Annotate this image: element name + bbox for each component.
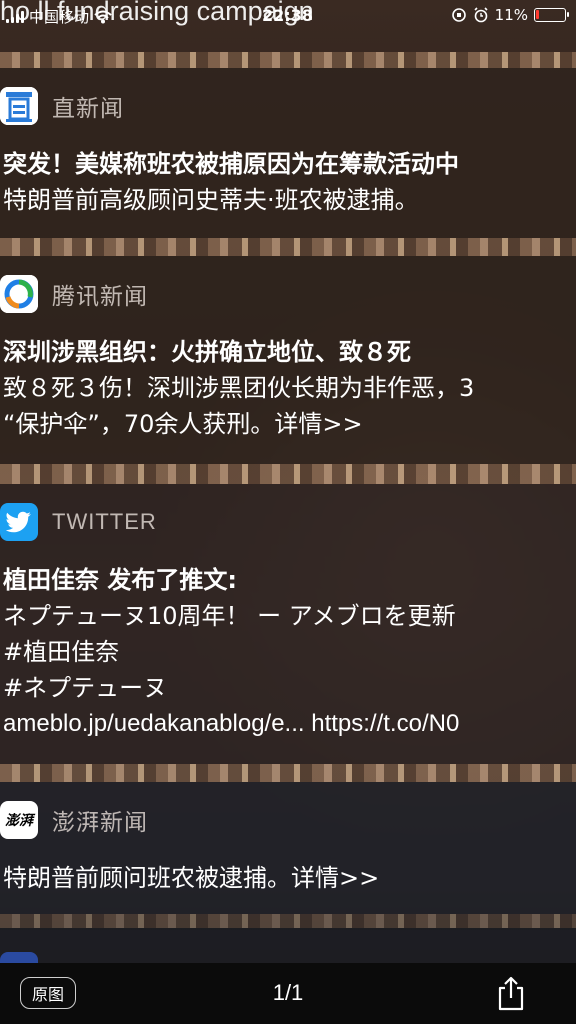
notification-body: 突发！美媒称班农被捕原因为在筹款活动中 特朗普前高级顾问史蒂夫·班农被逮捕。 — [3, 146, 576, 218]
battery-icon — [534, 8, 569, 22]
notification-body: 植田佳奈 发布了推文: ネプテューヌ10周年！ ー アメブロを更新 #植田佳奈 … — [3, 562, 576, 742]
notification-card[interactable]: TWITTER 植田佳奈 发布了推文: ネプテューヌ10周年！ ー アメブロを更… — [0, 484, 576, 764]
battery-level — [536, 10, 539, 19]
status-time: 22:38 — [262, 6, 313, 25]
notification-header: 澎湃 澎湃新闻 — [0, 800, 148, 840]
notification-header: 腾讯新闻 — [0, 274, 148, 314]
page-indicator: 1/1 — [272, 980, 304, 1005]
notification-line: 特朗普前顾问班农被逮捕。详情>> — [3, 864, 380, 892]
notification-line: ネプテューヌ10周年！ ー アメブロを更新 — [3, 602, 456, 630]
notification-header: 直新闻 — [0, 86, 124, 126]
notification-card[interactable]: 腾讯新闻 深圳涉黑组织：火拼确立地位、致８死 致８死３伤！深圳涉黑团伙长期为非作… — [0, 256, 576, 464]
zhi-news-icon — [0, 87, 38, 125]
background-strip — [0, 764, 576, 782]
orientation-lock-icon — [451, 8, 466, 22]
signal-icon — [6, 10, 24, 23]
notification-body: 特朗普前顾问班农被逮捕。详情>> — [3, 860, 576, 896]
battery-percent: 11% — [494, 6, 528, 24]
notification-card[interactable]: 直新闻 突发！美媒称班农被捕原因为在筹款活动中 特朗普前高级顾问史蒂夫·班农被逮… — [0, 68, 576, 238]
alarm-icon — [474, 7, 488, 23]
notification-line: 致８死３伤！深圳涉黑团伙长期为非作恶，3 — [3, 374, 475, 402]
tencent-news-icon — [0, 275, 38, 313]
thepaper-logo-text: 澎湃 — [5, 813, 33, 829]
notification-card[interactable]: 澎湃 澎湃新闻 特朗普前顾问班农被逮捕。详情>> — [0, 782, 576, 914]
share-icon[interactable] — [496, 975, 526, 1011]
status-bar: ho ll fundraising campaign 中国移动 22:38 11… — [0, 0, 576, 32]
carrier-label: 中国移动 — [29, 8, 90, 26]
screenshot-viewer: ho ll fundraising campaign 中国移动 22:38 11… — [0, 0, 576, 1024]
wifi-icon — [94, 10, 112, 23]
notification-line: 深圳涉黑组织：火拼确立地位、致８死 — [3, 338, 411, 366]
status-left: 中国移动 — [6, 6, 112, 27]
background-strip — [0, 914, 576, 928]
bottom-toolbar: 原图 1/1 — [0, 963, 576, 1024]
notification-body: 深圳涉黑组织：火拼确立地位、致８死 致８死３伤！深圳涉黑团伙长期为非作恶，3 “… — [3, 334, 576, 442]
app-name: 澎湃新闻 — [52, 810, 148, 836]
notification-header: TWITTER — [0, 502, 157, 542]
app-name: 直新闻 — [52, 96, 124, 122]
thepaper-icon: 澎湃 — [0, 801, 38, 839]
notification-line: #ネプテューヌ — [3, 674, 168, 702]
twitter-bird-icon — [0, 503, 38, 541]
original-image-button[interactable]: 原图 — [20, 977, 76, 1009]
notification-line: 突发！美媒称班农被捕原因为在筹款活动中 — [3, 150, 459, 178]
notification-line: #植田佳奈 — [3, 638, 120, 666]
app-name: 腾讯新闻 — [52, 284, 148, 310]
notification-line: “保护伞”，70余人获刑。详情>> — [3, 410, 363, 438]
status-right: 11% — [451, 6, 569, 24]
background-strip — [0, 464, 576, 484]
notification-line: 植田佳奈 发布了推文: — [3, 566, 237, 594]
notification-line: 特朗普前高级顾问史蒂夫·班农被逮捕。 — [3, 186, 419, 214]
background-strip — [0, 52, 576, 68]
app-name: TWITTER — [52, 509, 157, 534]
background-strip — [0, 238, 576, 256]
notification-line: ameblo.jp/uedakanablog/e... https://t.co… — [3, 710, 460, 737]
